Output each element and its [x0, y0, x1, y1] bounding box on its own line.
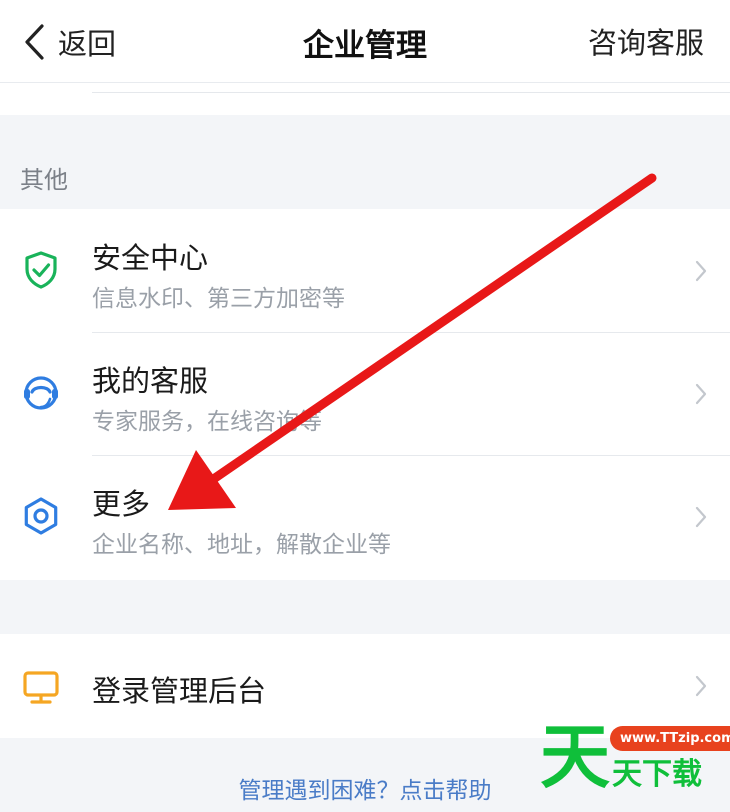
divider: [92, 92, 730, 93]
watermark-url: www.TTzip.com: [610, 726, 730, 751]
chevron-right-icon: [694, 259, 708, 283]
list-item-more[interactable]: 更多 企业名称、地址，解散企业等: [0, 455, 730, 578]
list-item-title: 我的客服: [92, 364, 209, 398]
list-item-title: 登录管理后台: [92, 674, 267, 708]
watermark-glyph: 天: [540, 716, 610, 798]
chevron-right-icon: [694, 674, 708, 698]
list-item-subtitle: 企业名称、地址，解散企业等: [92, 532, 391, 558]
list-item-title: 安全中心: [92, 241, 209, 275]
list-item-my-support[interactable]: 我的客服 专家服务，在线咨询等: [0, 332, 730, 455]
customer-service-icon: [20, 372, 62, 414]
settings-list-other: 安全中心 信息水印、第三方加密等 我的客服 专家服务，在线咨询等 更多 企业名称…: [0, 209, 730, 580]
gear-icon: [20, 495, 62, 537]
previous-list-remainder: [0, 83, 730, 115]
consult-support-button[interactable]: 咨询客服: [588, 20, 704, 62]
list-item-subtitle: 信息水印、第三方加密等: [92, 286, 345, 312]
shield-check-icon: [20, 249, 62, 291]
chevron-right-icon: [694, 382, 708, 406]
back-button[interactable]: 返回: [22, 20, 116, 64]
list-item-title: 更多: [92, 487, 151, 521]
top-nav-bar: 返回 企业管理 咨询客服: [0, 0, 730, 83]
watermark-logo: 天 www.TTzip.com 天下载: [540, 720, 730, 812]
list-item-subtitle: 专家服务，在线咨询等: [92, 409, 322, 435]
list-item-security-center[interactable]: 安全中心 信息水印、第三方加密等: [0, 209, 730, 332]
section-header-other: 其他: [20, 166, 68, 194]
watermark-text: 天下载: [612, 757, 702, 792]
chevron-left-icon: [25, 24, 44, 60]
chevron-right-icon: [694, 505, 708, 529]
back-label: 返回: [58, 27, 117, 61]
monitor-icon: [20, 666, 62, 708]
